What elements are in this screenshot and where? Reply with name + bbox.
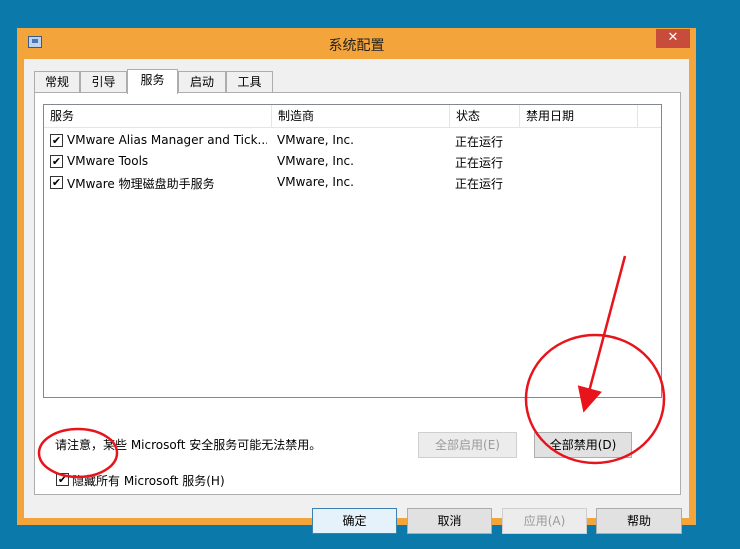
table-row[interactable]: ✔ VMware Alias Manager and Tick... VMwar… <box>44 130 661 151</box>
service-name: VMware Tools <box>67 154 149 168</box>
hide-microsoft-services-label[interactable]: 隐藏所有 Microsoft 服务(H) <box>72 472 225 489</box>
dialog-client-area: 常规 引导 服务 启动 工具 服务 制造商 状态 禁用日期 ✔ VMware A… <box>24 59 689 534</box>
service-status: 正在运行 <box>455 135 504 149</box>
service-checkbox[interactable]: ✔ <box>50 134 63 147</box>
column-header-status[interactable]: 状态 <box>450 105 520 128</box>
service-status: 正在运行 <box>455 156 504 170</box>
security-services-note: 请注意，某些 Microsoft 安全服务可能无法禁用。 <box>55 438 322 452</box>
close-button[interactable]: ✕ <box>656 29 690 48</box>
apply-button[interactable]: 应用(A) <box>502 508 587 534</box>
services-list[interactable]: 服务 制造商 状态 禁用日期 ✔ VMware Alias Manager an… <box>43 104 662 398</box>
column-header-manufacturer[interactable]: 制造商 <box>272 105 450 128</box>
column-header-service[interactable]: 服务 <box>44 105 272 128</box>
column-header-disabled-date[interactable]: 禁用日期 <box>520 105 638 128</box>
service-name: VMware 物理磁盘助手服务 <box>67 177 215 191</box>
disable-all-button[interactable]: 全部禁用(D) <box>534 432 632 458</box>
service-manufacturer: VMware, Inc. <box>277 175 354 189</box>
enable-all-button[interactable]: 全部启用(E) <box>418 432 517 458</box>
hide-microsoft-services-checkbox[interactable]: ✔ <box>56 473 69 486</box>
help-button[interactable]: 帮助 <box>596 508 682 534</box>
table-row[interactable]: ✔ VMware 物理磁盘助手服务 VMware, Inc. 正在运行 <box>44 172 661 193</box>
service-name: VMware Alias Manager and Tick... <box>67 133 267 147</box>
tab-services[interactable]: 服务 <box>127 69 178 94</box>
system-config-window: 系统配置 ✕ 常规 引导 服务 启动 工具 服务 制造商 状态 禁用日期 ✔ V… <box>17 28 696 534</box>
column-header-filler <box>638 105 661 128</box>
service-manufacturer: VMware, Inc. <box>277 133 354 147</box>
tab-general[interactable]: 常规 <box>34 71 80 92</box>
service-manufacturer: VMware, Inc. <box>277 154 354 168</box>
tab-tools[interactable]: 工具 <box>226 71 273 92</box>
tab-startup[interactable]: 启动 <box>178 71 226 92</box>
cancel-button[interactable]: 取消 <box>407 508 492 534</box>
title-bar[interactable]: 系统配置 ✕ <box>17 28 696 58</box>
service-status: 正在运行 <box>455 177 504 191</box>
window-title: 系统配置 <box>328 38 385 54</box>
table-row[interactable]: ✔ VMware Tools VMware, Inc. 正在运行 <box>44 151 661 172</box>
service-checkbox[interactable]: ✔ <box>50 176 63 189</box>
service-checkbox[interactable]: ✔ <box>50 155 63 168</box>
ok-button[interactable]: 确定 <box>312 508 397 534</box>
tab-boot[interactable]: 引导 <box>80 71 127 92</box>
